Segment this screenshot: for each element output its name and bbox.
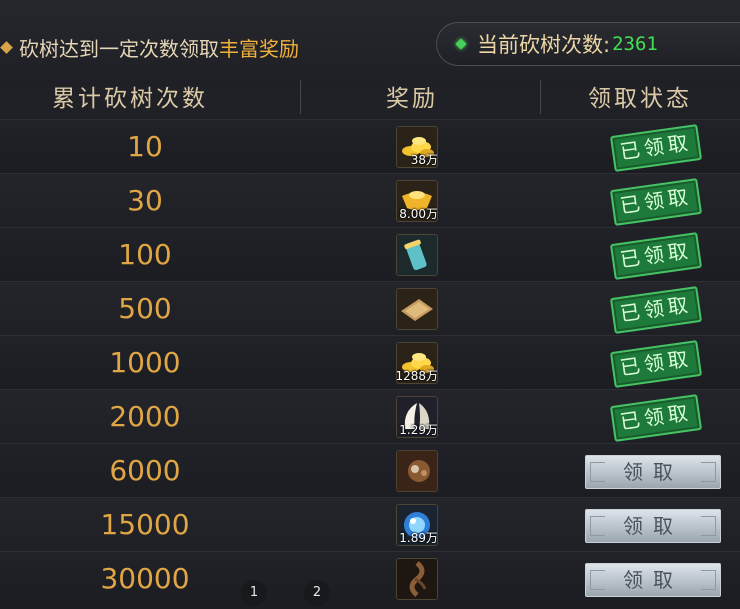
table-row: 30000 领取 bbox=[0, 551, 740, 605]
green-diamond-icon bbox=[455, 38, 467, 50]
panel-header: 砍树达到一定次数领取 丰富奖励 当前砍树次数: 2361 bbox=[0, 0, 740, 86]
claim-button[interactable]: 领取 bbox=[585, 509, 721, 543]
column-divider bbox=[540, 80, 541, 114]
hint-highlight: 丰富奖励 bbox=[219, 36, 299, 61]
table-row: 30 8.00万 已领取 bbox=[0, 173, 740, 227]
table-row: 2000 1.29万 已领取 bbox=[0, 389, 740, 443]
gold-coins-icon[interactable]: 38万 bbox=[396, 126, 438, 168]
claimed-stamp: 已领取 bbox=[609, 286, 703, 334]
chop-count-label: 当前砍树次数: bbox=[477, 33, 611, 57]
hint-text: 砍树达到一定次数领取 bbox=[19, 36, 219, 61]
diamond-bullet-icon bbox=[0, 40, 13, 54]
reward-quantity: 8.00万 bbox=[399, 207, 438, 221]
book-icon[interactable] bbox=[396, 288, 438, 330]
reward-hint: 砍树达到一定次数领取 丰富奖励 bbox=[0, 34, 299, 61]
claimed-stamp: 已领取 bbox=[609, 232, 703, 280]
table-row: 100 已领取 bbox=[0, 227, 740, 281]
claimed-stamp: 已领取 bbox=[609, 340, 703, 388]
claimed-stamp: 已领取 bbox=[609, 124, 703, 172]
column-header-status: 领取状态 bbox=[588, 86, 692, 112]
chop-count-threshold: 2000 bbox=[109, 400, 181, 433]
table-header: 累计砍树次数 奖励 领取状态 bbox=[0, 76, 740, 116]
dragon-icon[interactable] bbox=[396, 558, 438, 600]
table-row: 15000 1.89万 领取 bbox=[0, 497, 740, 551]
claimed-stamp: 已领取 bbox=[609, 394, 703, 442]
page-indicator-1[interactable]: 1 bbox=[241, 580, 267, 606]
chop-count-threshold: 15000 bbox=[100, 508, 190, 541]
pet-portrait-icon[interactable] bbox=[396, 450, 438, 492]
claim-button[interactable]: 领取 bbox=[585, 455, 721, 489]
table-row: 6000 领取 bbox=[0, 443, 740, 497]
chop-count-threshold: 1000 bbox=[109, 346, 181, 379]
column-header-reward: 奖励 bbox=[386, 86, 438, 112]
page-indicator-2[interactable]: 2 bbox=[304, 580, 330, 606]
chop-count-threshold: 30 bbox=[127, 184, 163, 217]
chop-count-threshold: 10 bbox=[127, 130, 163, 163]
column-divider bbox=[300, 80, 301, 114]
table-row: 10 38万 已领取 bbox=[0, 119, 740, 173]
claimed-stamp: 已领取 bbox=[609, 178, 703, 226]
scroll-icon[interactable] bbox=[396, 234, 438, 276]
feather-icon[interactable]: 1.29万 bbox=[396, 396, 438, 438]
blue-orb-icon[interactable]: 1.89万 bbox=[396, 504, 438, 546]
reward-quantity: 1288万 bbox=[396, 369, 438, 383]
gold-coins-icon[interactable]: 1288万 bbox=[396, 342, 438, 384]
reward-quantity: 38万 bbox=[410, 153, 438, 167]
reward-table: 10 38万 已领取 30 8.00万 已领取 100 已领取 500 已领取 1000 1288万已… bbox=[0, 119, 740, 605]
chop-count-threshold: 6000 bbox=[109, 454, 181, 487]
gold-ingot-icon[interactable]: 8.00万 bbox=[396, 180, 438, 222]
reward-quantity: 1.89万 bbox=[399, 531, 438, 545]
column-header-count: 累计砍树次数 bbox=[52, 86, 208, 112]
reward-panel: 砍树达到一定次数领取 丰富奖励 当前砍树次数: 2361 累计砍树次数 奖励 领取… bbox=[0, 0, 740, 609]
chop-count-value: 2361 bbox=[612, 33, 658, 55]
reward-quantity: 1.29万 bbox=[399, 423, 438, 437]
claim-button[interactable]: 领取 bbox=[585, 563, 721, 597]
chop-count-box: 当前砍树次数: 2361 bbox=[436, 22, 740, 66]
chop-count-threshold: 100 bbox=[118, 238, 172, 271]
table-row: 500 已领取 bbox=[0, 281, 740, 335]
chop-count-threshold: 500 bbox=[118, 292, 172, 325]
table-row: 1000 1288万 已领取 bbox=[0, 335, 740, 389]
